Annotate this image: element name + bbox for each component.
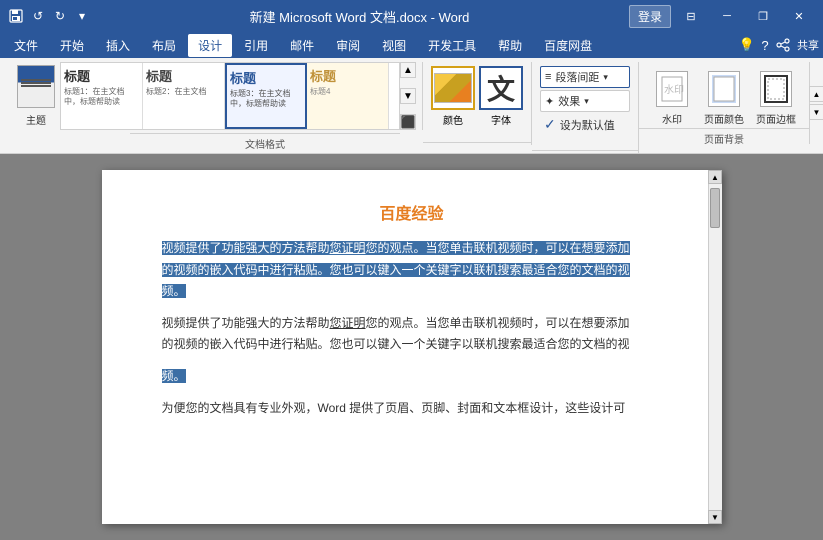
style-item-4[interactable]: 标题 标题4 [307, 63, 389, 129]
title-bar-right: 登录 ⊟ ─ ❐ ✕ [629, 0, 815, 32]
style-scroll-up[interactable]: ▲ [400, 62, 416, 78]
menu-layout[interactable]: 布局 [142, 34, 186, 57]
title-bar-left: ↺ ↻ ▾ [8, 8, 90, 24]
style-scroll-expand[interactable]: ⬛ [400, 114, 416, 130]
menu-baidu-pan[interactable]: 百度网盘 [534, 34, 602, 57]
watermark-button[interactable]: 水印 水印 [647, 66, 697, 130]
para1-text3: 您的观点。当您单击联机视频时，可以在想要添加 [366, 241, 630, 255]
para2-text3: 您的观点。当您单击联机视频时，可以在想要添加 [366, 316, 630, 330]
menu-help[interactable]: 帮助 [488, 34, 532, 57]
login-button[interactable]: 登录 [629, 5, 671, 28]
share-label[interactable]: 共享 [797, 37, 819, 53]
menu-insert[interactable]: 插入 [96, 34, 140, 57]
para-spacing-button[interactable]: ≡ 段落间距 ▾ [540, 66, 630, 88]
pagebg-label: 页面背景 [704, 135, 744, 146]
check-icon: ✓ [544, 116, 556, 133]
effects-button[interactable]: ✦ 效果 ▾ [540, 90, 630, 112]
effects-label: 效果 [558, 93, 580, 109]
redo-icon[interactable]: ↻ [52, 8, 68, 24]
color-button[interactable] [431, 66, 475, 110]
customize-icon[interactable]: ▾ [74, 8, 90, 24]
title-bar-title: 新建 Microsoft Word 文档.docx - Word [90, 7, 629, 26]
para-spacing-label: 段落间距 [555, 69, 599, 85]
para1-text1: 视频提供了功能强大的方法帮助 [162, 241, 330, 255]
undo-icon[interactable]: ↺ [30, 8, 46, 24]
help-icon[interactable]: ? [757, 37, 773, 53]
font-button[interactable]: 文 [479, 66, 523, 110]
para3-text1: 频。 [162, 369, 186, 383]
ribbon-scroll-down[interactable]: ▼ [809, 104, 823, 120]
para1-text5: 频。 [162, 284, 186, 298]
para2-text1: 视频提供了功能强大的方法帮助 [162, 316, 330, 330]
doc-scrollbar: ▲ ▼ [708, 170, 722, 524]
style-item-2[interactable]: 标题 标题2：在主文档 [143, 63, 225, 129]
theme-label: 主题 [26, 112, 46, 127]
watermark-icon: 水印 [656, 71, 688, 107]
menu-developer[interactable]: 开发工具 [418, 34, 486, 57]
menu-design[interactable]: 设计 [188, 34, 232, 57]
watermark-label: 水印 [662, 111, 682, 126]
para4-text1: 为便您的文档具有专业外观，Word 提供了页眉、页脚、封面和文本框设计，这些设计… [162, 401, 626, 415]
para2-text2: 您证明 [330, 316, 366, 330]
page-border-icon [760, 71, 792, 107]
menu-view[interactable]: 视图 [372, 34, 416, 57]
doc-title: 百度经验 [162, 200, 662, 224]
menu-review[interactable]: 审阅 [326, 34, 370, 57]
theme-main-button[interactable]: 主题 [12, 62, 60, 130]
color-label: 颜色 [443, 112, 463, 127]
ribbon-group-colorfont: 颜色 文 字体 [423, 62, 532, 145]
para2-text4: 的视频的嵌入代码中进行粘贴。您也可以键入一个关键字以联机搜索最适合您的文档的视 [162, 337, 630, 351]
para1-text4: 的视频的嵌入代码中进行粘贴。您也可以键入一个关键字以联机搜索最适合您的文档的视 [162, 263, 630, 277]
page-border-label: 页面边框 [756, 111, 796, 126]
ribbon-group-para: ≡ 段落间距 ▾ ✦ 效果 ▾ ✓ 设为默认值 [532, 62, 639, 153]
ribbon-group-docformat: 主题 标题 标题1：在主文档 中，标题帮助读 标题 标题2：在主文档 标题 [6, 62, 423, 130]
font-label: 字体 [491, 112, 511, 127]
page-color-label: 页面颜色 [704, 111, 744, 126]
minimize-button[interactable]: ─ [711, 0, 743, 32]
set-default-button[interactable]: ✓ 设为默认值 [540, 114, 630, 135]
page-color-button[interactable]: 页面颜色 [699, 66, 749, 130]
page-bg-group: 水印 水印 页面颜色 [647, 66, 801, 130]
doc-para-1[interactable]: 视频提供了功能强大的方法帮助您证明您的观点。当您单击联机视频时，可以在想要添加 … [162, 238, 662, 303]
title-bar: ↺ ↻ ▾ 新建 Microsoft Word 文档.docx - Word 登… [0, 0, 823, 32]
style-scroll-down[interactable]: ▼ [400, 88, 416, 104]
doc-scroll-thumb[interactable] [710, 188, 720, 228]
ribbon-group-pagebg: 水印 水印 页面颜色 [639, 62, 809, 148]
share-icon[interactable] [775, 37, 791, 53]
svg-text:水印: 水印 [664, 84, 684, 96]
doc-para-3[interactable]: 频。 [162, 366, 662, 388]
page-color-icon [708, 71, 740, 107]
save-icon[interactable] [8, 8, 24, 24]
doc-scroll-down-button[interactable]: ▼ [708, 510, 722, 524]
restore-button[interactable]: ❐ [747, 0, 779, 32]
docformat-label: 文档格式 [130, 133, 400, 151]
menu-file[interactable]: 文件 [4, 34, 48, 57]
menu-home[interactable]: 开始 [50, 34, 94, 57]
page-border-button[interactable]: 页面边框 [751, 66, 801, 130]
doc-para-4[interactable]: 为便您的文档具有专业外观，Word 提供了页眉、页脚、封面和文本框设计，这些设计… [162, 398, 662, 420]
style-item-1[interactable]: 标题 标题1：在主文档 中，标题帮助读 [61, 63, 143, 129]
ribbon-scroll-up[interactable]: ▲ [809, 86, 823, 102]
set-default-label: 设为默认值 [560, 117, 615, 133]
close-button[interactable]: ✕ [783, 0, 815, 32]
doc-scroll-up-button[interactable]: ▲ [708, 170, 722, 184]
menu-mailings[interactable]: 邮件 [280, 34, 324, 57]
doc-para-2[interactable]: 视频提供了功能强大的方法帮助您证明您的观点。当您单击联机视频时，可以在想要添加 … [162, 313, 662, 356]
tell-me-icon[interactable]: 💡 [739, 37, 755, 53]
window-layout-icon[interactable]: ⊟ [675, 0, 707, 32]
document-area: 百度经验 视频提供了功能强大的方法帮助您证明您的观点。当您单击联机视频时，可以在… [0, 154, 823, 540]
style-item-3[interactable]: 标题 标题3：在主文档 中，标题帮助读 [225, 63, 307, 129]
menu-bar: 文件 开始 插入 布局 设计 引用 邮件 审阅 视图 开发工具 帮助 百度网盘 … [0, 32, 823, 58]
ribbon: 主题 标题 标题1：在主文档 中，标题帮助读 标题 标题2：在主文档 标题 [0, 58, 823, 154]
doc-page[interactable]: 百度经验 视频提供了功能强大的方法帮助您证明您的观点。当您单击联机视频时，可以在… [102, 170, 722, 524]
para1-text2: 您证明 [330, 241, 366, 255]
menu-references[interactable]: 引用 [234, 34, 278, 57]
